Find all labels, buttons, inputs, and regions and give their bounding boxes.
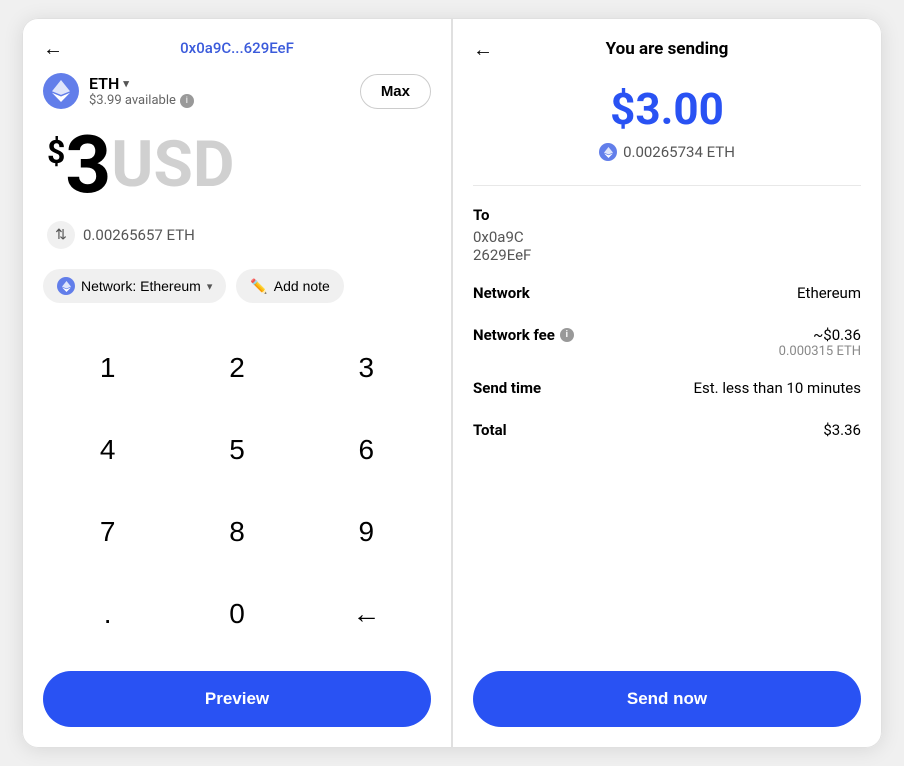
screen-container: ← 0x0a9C...629EeF ETH ▾ $3.99 av [22,18,882,748]
network-label-right: Network [473,284,530,302]
total-value: $3.36 [823,421,861,439]
network-row: Network Ethereum [473,284,861,306]
network-label: Network: Ethereum [81,278,201,294]
total-row: Total $3.36 [473,421,861,443]
fee-eth: 0.000315 ETH [779,344,861,359]
fee-values: ~$0.36 0.000315 ETH [779,326,861,359]
fee-label-text: Network fee [473,326,555,344]
amount-number: 3 [65,125,111,205]
right-header: ← You are sending [473,39,861,59]
detail-rows: To 0x0a9C 2629EeF Network Ethereum Netwo… [473,206,861,671]
fee-label-group: Network fee i [473,326,574,344]
to-address-line1: 0x0a9C [473,228,861,246]
divider [473,185,861,186]
total-label: Total [473,421,507,439]
right-back-button[interactable]: ← [473,37,493,62]
send-time-value: Est. less than 10 minutes [693,379,861,397]
send-time-row: Send time Est. less than 10 minutes [473,379,861,401]
pencil-icon: ✏️ [250,278,267,295]
token-info: ETH ▾ $3.99 available i [43,73,194,109]
eth-equivalent-row: ⇅ 0.00265657 ETH [43,221,431,249]
token-chevron-icon: ▾ [123,77,129,90]
right-panel: ← You are sending $3.00 0.00265734 ETH T… [452,18,882,748]
sending-eth-text: 0.00265734 ETH [623,143,735,161]
eth-icon-right [599,143,617,161]
fee-usd: ~$0.36 [779,326,861,344]
network-button[interactable]: Network: Ethereum ▾ [43,269,226,303]
swap-icon[interactable]: ⇅ [47,221,75,249]
token-row: ETH ▾ $3.99 available i Max [43,73,431,109]
fee-info-icon[interactable]: i [560,328,574,342]
sending-amount: $3.00 [473,83,861,135]
fee-row: Network fee i ~$0.36 0.000315 ETH [473,326,861,359]
sending-usd: $3.00 [473,83,861,135]
numpad: 1 2 3 4 5 6 7 8 9 . 0 ← [43,327,431,655]
address-link[interactable]: 0x0a9C...629EeF [180,39,294,57]
left-header: ← 0x0a9C...629EeF [43,39,431,57]
numpad-0[interactable]: 0 [172,573,301,655]
eth-icon [43,73,79,109]
numpad-3[interactable]: 3 [302,327,431,409]
right-title: You are sending [606,39,729,59]
numpad-7[interactable]: 7 [43,491,172,573]
sending-eth-row: 0.00265734 ETH [473,143,861,161]
numpad-9[interactable]: 9 [302,491,431,573]
token-balance: $3.99 available i [89,93,194,108]
numpad-8[interactable]: 8 [172,491,301,573]
send-now-button[interactable]: Send now [473,671,861,727]
network-value: Ethereum [797,284,861,302]
max-button[interactable]: Max [360,74,431,109]
send-time-label: Send time [473,379,541,397]
amount-display: $ 3 USD [43,125,431,205]
numpad-1[interactable]: 1 [43,327,172,409]
numpad-4[interactable]: 4 [43,409,172,491]
amount-currency: USD [111,133,234,197]
add-note-button[interactable]: ✏️ Add note [236,269,344,303]
token-name[interactable]: ETH ▾ [89,74,194,93]
left-panel: ← 0x0a9C...629EeF ETH ▾ $3.99 av [22,18,452,748]
to-address-line2: 2629EeF [473,246,861,264]
eth-equivalent-text: 0.00265657 ETH [83,226,195,244]
preview-button[interactable]: Preview [43,671,431,727]
numpad-5[interactable]: 5 [172,409,301,491]
numpad-backspace[interactable]: ← [302,573,431,655]
numpad-dot[interactable]: . [43,573,172,655]
numpad-2[interactable]: 2 [172,327,301,409]
network-chevron-icon: ▾ [207,280,213,293]
numpad-6[interactable]: 6 [302,409,431,491]
balance-info-icon[interactable]: i [180,94,194,108]
add-note-label: Add note [274,278,330,294]
token-details: ETH ▾ $3.99 available i [89,74,194,108]
dollar-sign: $ [47,133,65,171]
to-label: To [473,206,861,224]
to-row: To 0x0a9C 2629EeF [473,206,861,264]
eth-small-icon [57,277,75,295]
action-row: Network: Ethereum ▾ ✏️ Add note [43,269,431,303]
left-back-button[interactable]: ← [43,36,63,61]
